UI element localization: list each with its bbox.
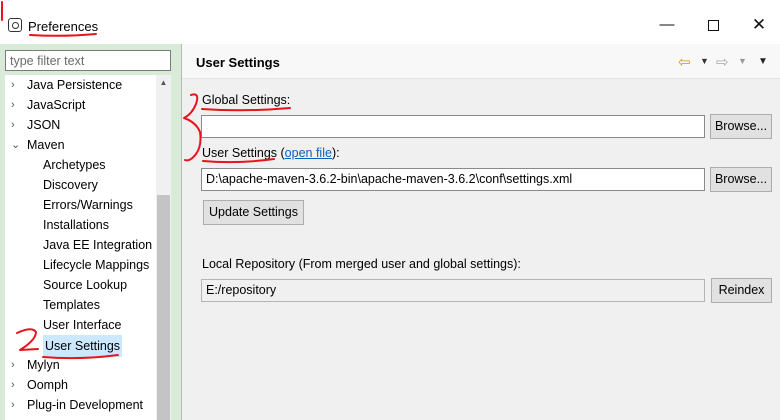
tree-item-label: Installations — [43, 218, 110, 232]
user-settings-field[interactable]: D:\apache-maven-3.6.2-bin\apache-maven-3… — [201, 168, 705, 191]
tree-item-label: Java Persistence — [27, 78, 123, 92]
tree-item-label: User Interface — [43, 318, 122, 332]
tree-item-label: Archetypes — [43, 158, 106, 172]
tree-item-label: Source Lookup — [43, 278, 128, 292]
tree-item-label: Mylyn — [27, 358, 60, 372]
global-settings-label: Global Settings: — [202, 93, 291, 107]
tree-item-label: Discovery — [43, 178, 98, 192]
tree-item-label: Lifecycle Mappings — [43, 258, 150, 272]
open-file-link[interactable]: open file — [285, 146, 332, 160]
filter-box[interactable] — [5, 50, 171, 71]
filter-input[interactable] — [6, 51, 170, 70]
local-repository-field: E:/repository — [201, 279, 705, 302]
tree-item-label: User Settings — [43, 335, 123, 357]
title-bar: Preferences — ✕ — [0, 0, 780, 44]
close-button[interactable]: ✕ — [744, 12, 774, 38]
back-arrow-icon[interactable]: ⇦ — [678, 53, 691, 71]
update-settings-button[interactable]: Update Settings — [203, 200, 304, 225]
scroll-up-icon[interactable]: ▲ — [156, 75, 171, 90]
page-header: User Settings ⇦ ▼ ⇨ ▼ ▼ — [182, 44, 780, 79]
tree-item-label: Java EE Integration — [43, 238, 153, 252]
minimize-button[interactable]: — — [652, 12, 682, 38]
chevron-right-icon[interactable]: › — [11, 395, 21, 415]
tree-item-label: JSON — [27, 118, 61, 132]
app-icon — [8, 18, 22, 32]
chevron-right-icon[interactable]: › — [11, 375, 21, 395]
maximize-button[interactable] — [698, 12, 728, 38]
user-settings-label-suffix: ): — [331, 146, 340, 160]
chevron-right-icon[interactable]: › — [11, 115, 21, 135]
local-repository-label: Local Repository (From merged user and g… — [202, 257, 521, 271]
settings-page: User Settings ⇦ ▼ ⇨ ▼ ▼ Global Settings:… — [182, 44, 780, 420]
forward-dropdown-icon[interactable]: ▼ — [738, 56, 747, 66]
tree-scrollbar[interactable]: ▲ — [156, 75, 171, 420]
window-title: Preferences — [28, 19, 99, 34]
user-settings-label: User Settings (open file): — [202, 146, 340, 160]
global-settings-field[interactable] — [201, 115, 705, 138]
chevron-down-icon[interactable]: ⌄ — [11, 135, 21, 155]
tree-item-label: Maven — [27, 138, 65, 152]
tree-item-label: Plug-in Development — [27, 398, 144, 412]
view-menu-icon[interactable]: ▼ — [758, 56, 768, 67]
preference-tree: › Java Persistence › JavaScript › JSON ⌄… — [5, 75, 156, 420]
tree-item-label: Oomph — [27, 378, 68, 392]
page-title: User Settings — [196, 55, 280, 70]
back-dropdown-icon[interactable]: ▼ — [700, 56, 709, 66]
chevron-right-icon[interactable]: › — [11, 355, 21, 375]
tree-item-label: Errors/Warnings — [43, 198, 133, 212]
maximize-icon — [707, 19, 719, 31]
chevron-right-icon[interactable]: › — [11, 95, 21, 115]
preferences-sidebar: › Java Persistence › JavaScript › JSON ⌄… — [0, 44, 185, 420]
user-browse-button[interactable]: Browse... — [710, 167, 772, 192]
tree-item-label: Templates — [43, 298, 100, 312]
reindex-button[interactable]: Reindex — [711, 278, 772, 303]
tree-item-label: JavaScript — [27, 98, 86, 112]
user-settings-label-prefix: User Settings ( — [202, 146, 285, 160]
scrollbar-thumb[interactable] — [157, 195, 170, 420]
chevron-right-icon[interactable]: › — [11, 75, 21, 95]
global-browse-button[interactable]: Browse... — [710, 114, 772, 139]
forward-arrow-icon[interactable]: ⇨ — [716, 53, 729, 71]
